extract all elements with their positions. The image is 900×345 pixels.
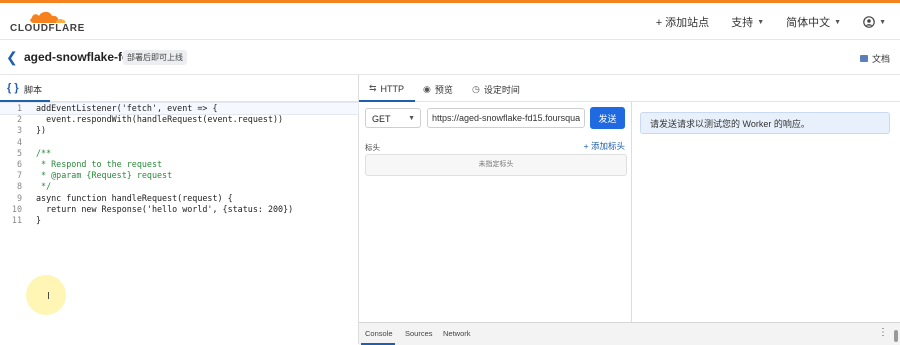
deploy-status-badge: 部署后即可上线: [123, 50, 187, 65]
chevron-down-icon: ▼: [757, 18, 765, 26]
code-text: * @param {Request} request: [36, 170, 173, 181]
brand-wordmark: CLOUDFLARE: [10, 23, 85, 34]
devtools-tab-sources[interactable]: Sources: [405, 329, 433, 338]
book-icon: [859, 55, 868, 62]
support-menu[interactable]: 支持 ▼: [731, 14, 764, 30]
code-line: 4: [0, 137, 358, 148]
line-number: 3: [16, 125, 22, 136]
add-site-link[interactable]: + 添加站点: [656, 14, 709, 30]
tab-script-label: 脚本: [24, 85, 43, 95]
line-number: 10: [11, 203, 22, 214]
support-label: 支持: [731, 17, 754, 29]
line-number: 8: [16, 181, 22, 192]
mouse-highlight: [26, 275, 66, 315]
add-header-button[interactable]: + 添加标头: [584, 140, 625, 152]
send-button[interactable]: 发送: [590, 107, 625, 129]
code-line: 7 * @param {Request} request: [0, 170, 358, 181]
code-line: 9 async function handleRequest(request) {: [0, 193, 358, 204]
code-line: 1 addEventListener('fetch', event => {: [0, 101, 359, 116]
language-menu[interactable]: 简体中文 ▼: [786, 14, 841, 30]
code-text: return new Response('hello world', {stat…: [36, 203, 294, 214]
braces-icon: { }: [7, 82, 19, 94]
http-request-pane: GET ▼ 发送 标头 + 添加标头 未指定标头: [359, 102, 632, 322]
tab-preview[interactable]: ◉ 预览: [423, 83, 453, 96]
worker-header: ❮ aged-snowflake-fd15 部署后即可上线 文档: [0, 40, 900, 75]
scrollbar[interactable]: [894, 330, 898, 342]
code-text: async function handleRequest(request) {: [36, 192, 233, 203]
line-number: 1: [16, 103, 22, 113]
code-text: */: [36, 181, 52, 192]
headers-empty-state: 未指定标头: [365, 154, 627, 176]
top-bar: CLOUDFLARE + 添加站点 支持 ▼ 简体中文 ▼ ▼: [0, 3, 900, 40]
code-text: }): [36, 125, 47, 136]
devtools-tab-network[interactable]: Network: [443, 329, 471, 338]
account-menu[interactable]: ▼: [863, 14, 886, 30]
chevron-down-icon: ▼: [408, 115, 415, 122]
headers-label: 标头: [365, 143, 380, 152]
chevron-down-icon: ▼: [879, 18, 886, 26]
line-number: 6: [16, 158, 22, 169]
devtools-tab-console[interactable]: Console: [365, 329, 393, 338]
docs-label: 文档: [871, 54, 890, 64]
line-number: 7: [16, 170, 22, 181]
user-icon: [863, 16, 875, 28]
code-line: 6 * Respond to the request: [0, 159, 358, 170]
swap-arrows-icon: ⇆: [369, 83, 377, 93]
docs-link[interactable]: 文档: [859, 52, 890, 65]
tab-http-label: HTTP: [380, 83, 405, 94]
back-arrow-icon[interactable]: ❮: [6, 49, 18, 66]
line-number: 9: [16, 192, 22, 203]
response-pane: 请发送请求以测试您的 Worker 的响应。: [632, 102, 900, 322]
line-number: 11: [11, 214, 22, 225]
code-line: 2 event.respondWith(handleRequest(event.…: [0, 114, 358, 125]
chevron-down-icon: ▼: [834, 18, 842, 26]
eye-icon: ◉: [423, 84, 431, 94]
more-vertical-icon[interactable]: ⋮: [878, 327, 888, 338]
tab-http[interactable]: ⇆ HTTP: [369, 83, 404, 94]
active-tab-indicator: [0, 100, 50, 102]
code-line: 5 /**: [0, 148, 358, 159]
line-number: 4: [16, 136, 22, 147]
code-editor[interactable]: { } 脚本 1 addEventListener('fetch', event …: [0, 75, 359, 344]
top-nav: + 添加站点 支持 ▼ 简体中文 ▼ ▼: [656, 14, 886, 30]
code-lines[interactable]: 1 addEventListener('fetch', event => { 2 …: [0, 101, 359, 226]
clock-icon: ◷: [472, 84, 480, 94]
code-line: 3}): [0, 125, 358, 136]
devtools-bar: Console Sources Network ⋮: [359, 322, 900, 345]
tab-script[interactable]: { } 脚本: [0, 75, 358, 102]
code-line: 11}: [0, 215, 358, 226]
code-text: event.respondWith(handleRequest(event.re…: [36, 114, 284, 125]
panel-tabs: ⇆ HTTP ◉ 预览 ◷ 设定时间: [359, 75, 900, 102]
language-label: 简体中文: [786, 17, 831, 29]
tab-preview-label: 预览: [434, 85, 453, 95]
tab-schedule[interactable]: ◷ 设定时间: [472, 83, 520, 96]
code-text: * Respond to the request: [36, 158, 163, 169]
code-text: }: [36, 214, 42, 225]
url-input[interactable]: [427, 108, 585, 128]
tab-schedule-label: 设定时间: [483, 85, 520, 95]
line-number: 5: [16, 147, 22, 158]
line-number: 2: [16, 114, 22, 125]
code-line: 8 */: [0, 181, 358, 192]
text-cursor-icon: I: [47, 291, 50, 302]
code-text: /**: [36, 147, 52, 158]
method-value: GET: [372, 114, 391, 124]
response-placeholder: 请发送请求以测试您的 Worker 的响应。: [640, 112, 890, 134]
code-text: addEventListener('fetch', event => {: [36, 103, 218, 113]
code-line: 10 return new Response('hello world', {s…: [0, 204, 358, 215]
cloudflare-logo[interactable]: CLOUDFLARE: [10, 9, 85, 35]
method-select[interactable]: GET ▼: [365, 108, 421, 128]
